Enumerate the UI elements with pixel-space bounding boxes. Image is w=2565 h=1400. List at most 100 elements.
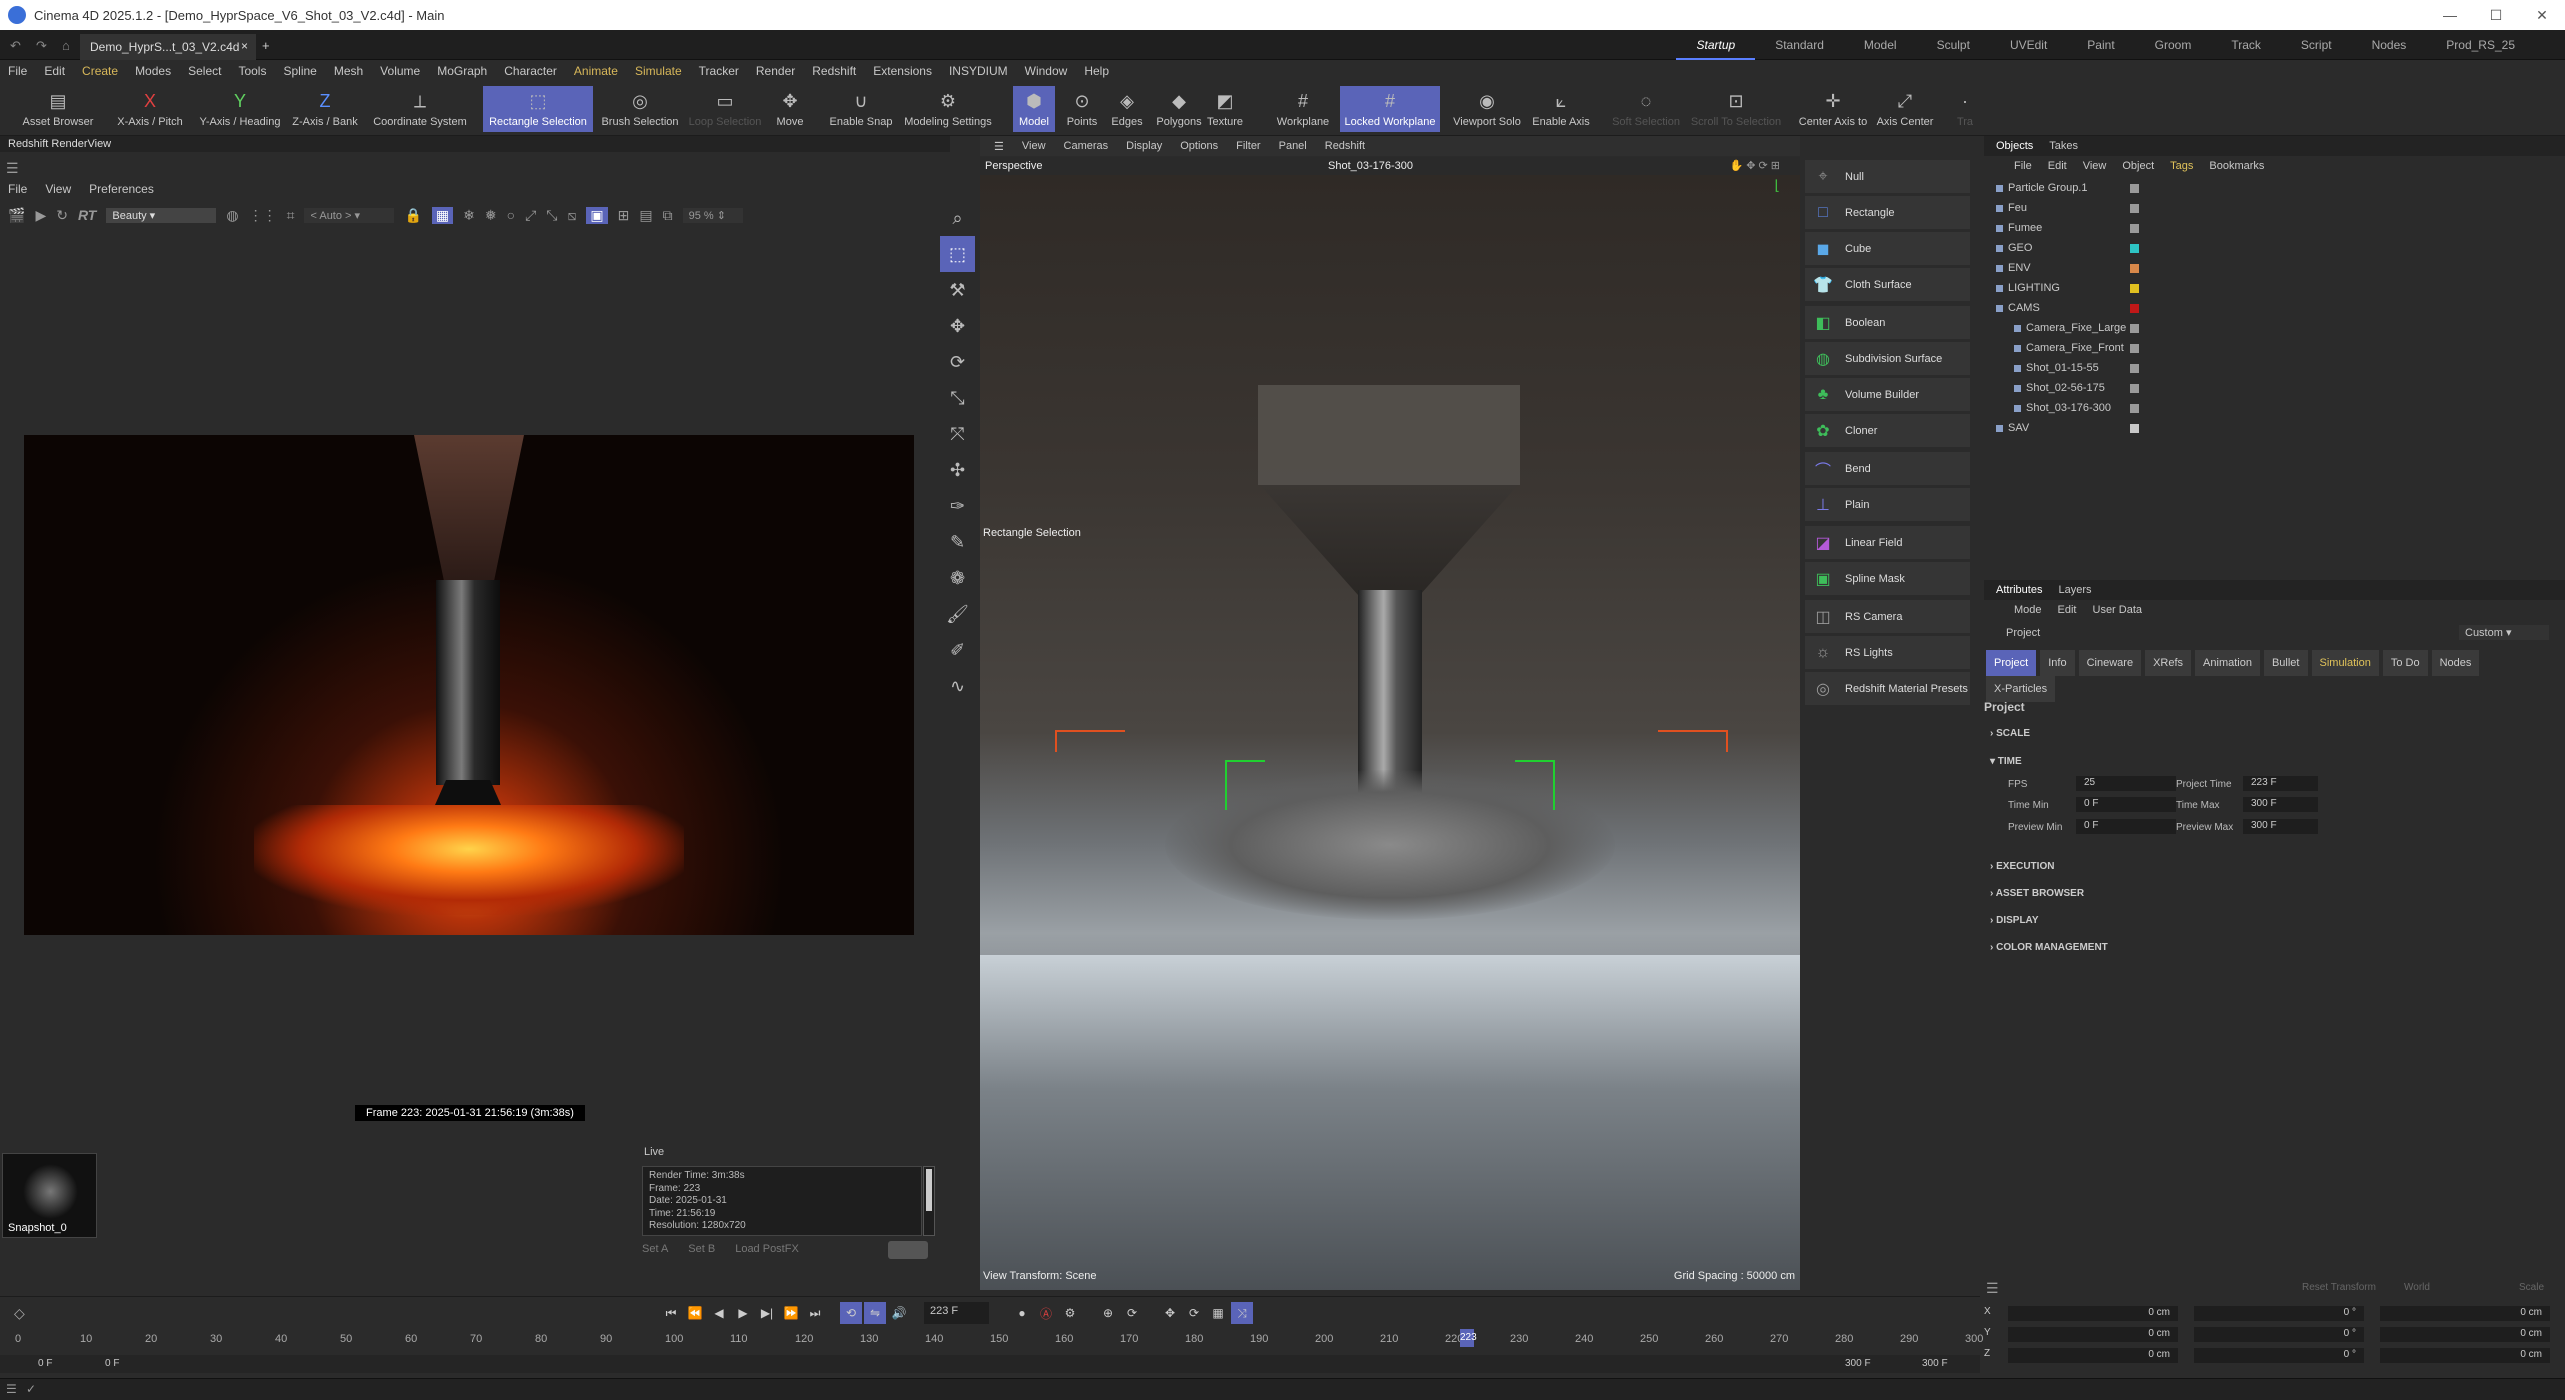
object-row[interactable]: GEO [1984,238,2564,258]
section-scale[interactable]: › SCALE [1990,728,2030,739]
toolbar-scroll-to-selection-button[interactable]: ⊡ Scroll To Selection [1686,86,1786,132]
toolbar-modeling-settings-button[interactable]: ⚙ Modeling Settings [898,86,998,132]
attribute-mode-cineware[interactable]: Cineware [2078,650,2142,676]
toolbar-loop-selection-button[interactable]: ▭ Loop Selection [680,86,770,132]
redo-icon[interactable]: ↷ [36,38,47,54]
home-icon[interactable]: ⌂ [62,38,70,53]
attribute-mode-simulation[interactable]: Simulation [2311,650,2379,676]
menu-spline[interactable]: Spline [283,64,316,78]
menu-animate[interactable]: Animate [574,64,618,78]
preview-max-field[interactable]: 300 F [2243,819,2318,834]
menu-character[interactable]: Character [504,64,557,78]
renderview-menu-view[interactable]: View [45,182,71,196]
copy-icon[interactable]: ⧉ [663,207,673,224]
toolbar-coordinate-system-button[interactable]: ⟂ Coordinate System [360,86,480,132]
toolbar-soft-selection-button[interactable]: ◌ Soft Selection [1606,86,1686,132]
keyframe-icon[interactable]: ◇ [14,1305,25,1322]
create-bend-button[interactable]: ⌒ Bend [1805,452,1970,485]
loop-icon[interactable]: ⟲ [840,1302,862,1324]
menu-extensions[interactable]: Extensions [873,64,932,78]
renderview-menu-file[interactable]: File [8,182,27,196]
hamburger-menu-icon[interactable]: ☰ [6,160,19,177]
toolbar-z-axis-button[interactable]: Z Z-Axis / Bank [280,86,370,132]
attribute-menu-user-data[interactable]: User Data [2093,604,2143,616]
menu-mesh[interactable]: Mesh [334,64,363,78]
attribute-mode-animation[interactable]: Animation [2195,650,2260,676]
scale-tool-icon[interactable]: ⤡ [940,380,975,416]
viewport-menu-options[interactable]: Options [1180,140,1218,152]
toolbar-y-axis-button[interactable]: Y Y-Axis / Heading [190,86,290,132]
layout-tab-standard[interactable]: Standard [1755,38,1844,52]
camera-select[interactable]: < Auto > ▾ [304,207,395,223]
viewport-menu-filter[interactable]: Filter [1236,140,1260,152]
object-row[interactable]: Shot_02-56-175 [1984,378,2564,398]
toolbar-brush-selection-button[interactable]: ◎ Brush Selection [595,86,685,132]
attribute-tab-attributes[interactable]: Attributes [1996,584,2042,596]
toolbar-transfer-button[interactable]: · Tra [1950,86,1980,132]
attribute-mode-bullet[interactable]: Bullet [2263,650,2308,676]
rt-toggle[interactable]: RT [78,207,96,223]
toolbar-workplane-button[interactable]: # Workplane [1268,86,1338,132]
lock-icon[interactable]: 🔒 [404,207,421,224]
object-row[interactable]: Shot_01-15-55 [1984,358,2564,378]
live-toggle[interactable] [888,1241,928,1259]
aov-select[interactable]: Beauty ▾ [106,207,217,223]
create-null-button[interactable]: ⌖ Null [1805,160,1970,193]
fit-icon[interactable]: ⤢ [525,207,536,224]
menu-create[interactable]: Create [82,64,118,78]
create-volume-builder-button[interactable]: ♣ Volume Builder [1805,378,1970,411]
live-scrollbar-thumb[interactable] [926,1169,932,1211]
minimize-button[interactable]: — [2427,0,2473,30]
create-boolean-button[interactable]: ◧ Boolean [1805,306,1970,339]
create-cloner-button[interactable]: ✿ Cloner [1805,414,1970,447]
layout-tab-sculpt[interactable]: Sculpt [1917,38,1990,52]
layout-tab-prod-rs-25[interactable]: Prod_RS_25 [2426,38,2535,52]
preview-range-icon[interactable]: ⇋ [864,1302,886,1324]
region-icon[interactable]: ▦ [431,206,454,224]
close-button[interactable]: ✕ [2519,0,2565,30]
playhead[interactable]: 223 [1460,1329,1477,1347]
menu-window[interactable]: Window [1025,64,1068,78]
toolbar-snap-button[interactable]: ∪ Enable Snap [826,86,896,132]
viewport-menu-cameras[interactable]: Cameras [1064,140,1109,152]
layout-tab-track[interactable]: Track [2211,38,2281,52]
play-icon[interactable]: ▶ [732,1302,754,1324]
preview-start[interactable]: 0 F [105,1358,119,1369]
add-icon[interactable]: ⊞ [618,207,630,224]
menu-redshift[interactable]: Redshift [812,64,856,78]
section-execution[interactable]: › EXECUTION [1990,861,2054,872]
next-frame-icon[interactable]: ▶| [756,1302,778,1324]
create-linear-field-button[interactable]: ◪ Linear Field [1805,526,1970,559]
menu-file[interactable]: File [8,64,27,78]
snapshot-thumbnail[interactable]: Snapshot_0 [2,1153,97,1238]
layout-tab-groom[interactable]: Groom [2135,38,2212,52]
document-tab[interactable]: Demo_HyprS...t_03_V2.c4d × [80,34,256,60]
range-bar[interactable]: 0 F 0 F 300 F 300 F [0,1355,1980,1373]
create-rs-lights-button[interactable]: ☼ RS Lights [1805,636,1970,669]
go-to-end-icon[interactable]: ⏭ [804,1302,826,1324]
attribute-mode-x-particles[interactable]: X-Particles [1986,676,2056,702]
toolbar-viewport-solo-button[interactable]: ◉ Viewport Solo [1442,86,1532,132]
object-row[interactable]: Camera_Fixe_Large [1984,318,2564,338]
attribute-menu-mode[interactable]: Mode [2014,604,2042,616]
toolbar-asset-browser-button[interactable]: ▤ Asset Browser [12,86,104,132]
layout-tab-paint[interactable]: Paint [2067,38,2134,52]
toolbar-edges-button[interactable]: ◈ Edges [1107,86,1147,132]
knife-icon[interactable]: ✐ [940,632,975,668]
record-icon[interactable]: ● [1011,1302,1033,1324]
autokey-icon[interactable]: Ⓐ [1035,1302,1057,1324]
toolbar-rectangle-selection-button[interactable]: ⬚ Rectangle Selection [483,86,593,132]
size-field[interactable]: 0 cm [2380,1306,2550,1321]
menu-render[interactable]: Render [756,64,795,78]
object-row[interactable]: Shot_03-176-300 [1984,398,2564,418]
rotate-tool-icon[interactable]: ⟳ [940,344,975,380]
undo-icon[interactable]: ↶ [10,38,21,54]
rotation-field[interactable]: 0 ° [2194,1327,2364,1342]
toolbar-axis-center-button[interactable]: ⤢ Axis Center [1870,86,1940,132]
object-row[interactable]: Fumee [1984,218,2564,238]
menu-mograph[interactable]: MoGraph [437,64,487,78]
rotation-key-icon[interactable]: ⟳ [1121,1302,1143,1324]
render-image[interactable] [24,435,914,935]
grid-icon[interactable]: ⋮⋮ [249,207,277,224]
attribute-mode-nodes[interactable]: Nodes [2431,650,2480,676]
